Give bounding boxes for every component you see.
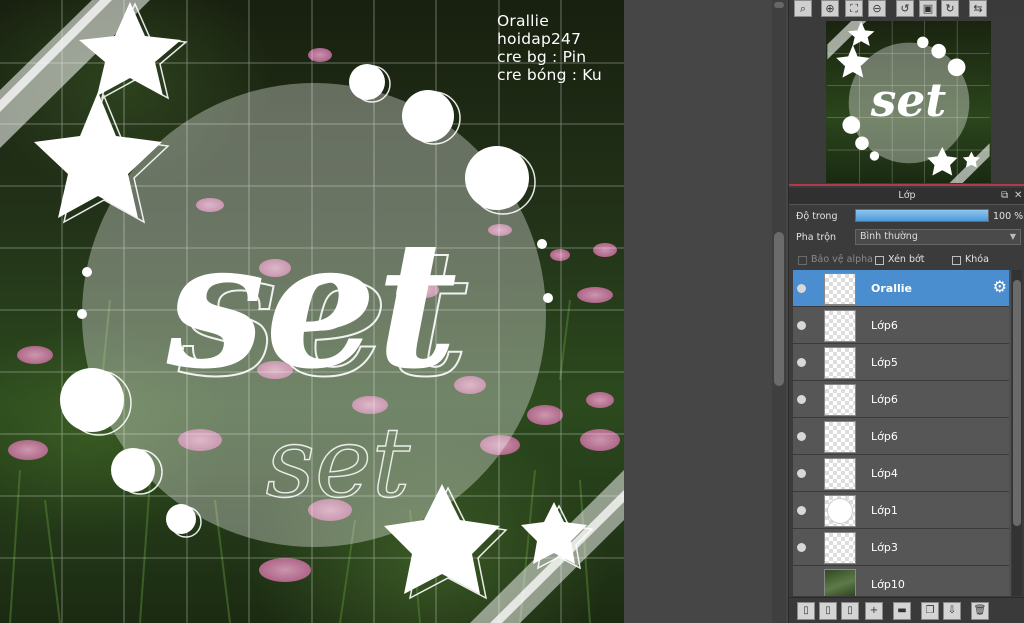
duplicate-layer-icon[interactable]: ❐: [921, 602, 939, 620]
layer-thumbnail: [824, 273, 856, 305]
visibility-eye-icon[interactable]: [797, 395, 806, 404]
rotate-right-icon[interactable]: ↻: [941, 0, 959, 17]
credit-line: cre bóng : Ku: [497, 66, 602, 84]
close-icon[interactable]: ✕: [1014, 190, 1022, 201]
title-text: set: [166, 203, 458, 408]
merge-layer-icon[interactable]: ⇩: [943, 602, 961, 620]
layer-name: Lớp4: [871, 467, 898, 480]
visibility-eye-icon[interactable]: [797, 543, 806, 552]
rotate-left-icon[interactable]: ↺: [896, 0, 914, 17]
gear-icon[interactable]: ⚙: [993, 279, 1007, 295]
layer-name: Lớp3: [871, 541, 898, 554]
zoom-in-icon[interactable]: ⊕: [821, 0, 839, 17]
visibility-eye-icon[interactable]: [797, 432, 806, 441]
layer-row[interactable]: Lớp3: [793, 529, 1009, 566]
layer-thumbnail: [824, 310, 856, 342]
blend-mode-value: Bình thường: [860, 231, 918, 242]
lock-label: Khóa: [965, 254, 989, 265]
layer-thumbnail: [824, 384, 856, 416]
scrollbar-top-cap: [774, 2, 784, 8]
zoom-search-icon[interactable]: ⌕: [794, 0, 812, 17]
layer-thumbnail: [824, 421, 856, 453]
layer-name: Lớp1: [871, 504, 898, 517]
layer-toolbar: ▯ ▯ ▯ + ▬ ❐ ⇩ 🗑: [789, 597, 1024, 623]
right-panel: ⌕ ⊕ ⛶ ⊖ ↺ ▣ ↻ ⇆ set Lớp ⧉ ✕ Độ trong 100…: [788, 0, 1024, 623]
chevron-down-icon: ▼: [1009, 232, 1016, 241]
layer-panel-header: Lớp ⧉ ✕: [789, 188, 1024, 205]
opacity-value: 100 %: [993, 211, 1024, 222]
popout-icon[interactable]: ⧉: [1001, 190, 1008, 201]
lock-checkbox[interactable]: [952, 256, 961, 265]
app-window: set set set Orallie hoidap247 cre bg : P…: [0, 0, 1024, 623]
visibility-eye-icon[interactable]: [797, 506, 806, 515]
drawing-canvas[interactable]: set set set Orallie hoidap247 cre bg : P…: [0, 0, 624, 623]
layer-row[interactable]: Lớp6: [793, 418, 1009, 455]
delete-layer-icon[interactable]: 🗑: [971, 602, 989, 620]
layer-row[interactable]: Lớp10: [793, 566, 1009, 596]
visibility-eye-icon[interactable]: [797, 284, 806, 293]
layer-row[interactable]: Lớp6: [793, 381, 1009, 418]
blend-mode-select[interactable]: Bình thường ▼: [855, 229, 1021, 245]
shadow-text: set: [266, 407, 411, 519]
layer-thumbnail: [824, 532, 856, 564]
layer-row[interactable]: Lớp5: [793, 344, 1009, 381]
opacity-slider[interactable]: [855, 209, 989, 222]
new-layer-8bit-icon[interactable]: ▯: [819, 602, 837, 620]
workspace-background: [624, 0, 788, 623]
credit-line: hoidap247: [497, 30, 582, 48]
visibility-eye-icon[interactable]: [797, 469, 806, 478]
add-layer-menu-icon[interactable]: +: [865, 602, 883, 620]
layer-name: Lớp6: [871, 430, 898, 443]
protect-alpha-label: Bảo vệ alpha: [811, 254, 873, 265]
flip-icon[interactable]: ⇆: [969, 0, 987, 17]
layer-row[interactable]: Lớp1: [793, 492, 1009, 529]
layer-thumbnail: [824, 569, 856, 596]
credits-text: Orallie hoidap247 cre bg : Pin cre bóng …: [497, 12, 602, 84]
layer-thumbnail: [824, 458, 856, 490]
layer-name: Lớp10: [871, 578, 905, 591]
credit-line: Orallie: [497, 12, 549, 30]
new-folder-icon[interactable]: ▬: [893, 602, 911, 620]
layer-thumbnail: [824, 347, 856, 379]
blend-mode-label: Pha trộn: [796, 232, 837, 243]
layer-row[interactable]: Lớp6: [793, 307, 1009, 344]
credit-line: cre bg : Pin: [497, 48, 587, 66]
navigator-preview[interactable]: set: [789, 18, 1024, 186]
opacity-slider-fill: [856, 210, 988, 221]
clipping-checkbox[interactable]: [875, 256, 884, 265]
scrollbar-thumb[interactable]: [774, 232, 784, 386]
canvas-artwork: set set set: [0, 0, 624, 623]
layer-name: Lớp6: [871, 319, 898, 332]
fit-icon[interactable]: ⛶: [845, 0, 863, 17]
new-layer-icon[interactable]: ▯: [797, 602, 815, 620]
protect-alpha-checkbox[interactable]: [798, 256, 807, 265]
canvas-vertical-scrollbar[interactable]: [772, 0, 786, 623]
thumbnail-title: set: [870, 73, 947, 127]
layer-name: Lớp6: [871, 393, 898, 406]
layer-list[interactable]: Orallie ⚙ Lớp6 Lớp5 Lớp6 Lớp6 Lớp4 Lớp1 Lớp3 Lớp1…: [793, 270, 1011, 596]
layer-panel-title: Lớp: [898, 190, 916, 201]
clipping-label: Xén bớt: [888, 254, 925, 265]
layer-list-scrollbar[interactable]: [1012, 270, 1022, 596]
reset-view-icon[interactable]: ▣: [919, 0, 937, 17]
layer-name: Lớp5: [871, 356, 898, 369]
navigator-thumbnail[interactable]: set: [826, 21, 991, 183]
layer-row[interactable]: Orallie ⚙: [793, 270, 1009, 307]
thumbnail-art: set: [827, 21, 990, 183]
visibility-eye-icon[interactable]: [797, 358, 806, 367]
new-layer-1bit-icon[interactable]: ▯: [841, 602, 859, 620]
opacity-label: Độ trong: [796, 211, 838, 222]
visibility-eye-icon[interactable]: [797, 321, 806, 330]
layer-row[interactable]: Lớp4: [793, 455, 1009, 492]
layer-thumbnail: [824, 495, 856, 527]
layer-name: Orallie: [871, 282, 912, 295]
navigator-toolbar: ⌕ ⊕ ⛶ ⊖ ↺ ▣ ↻ ⇆: [789, 0, 1024, 18]
layer-list-scroll-thumb[interactable]: [1013, 280, 1021, 526]
zoom-out-icon[interactable]: ⊖: [868, 0, 886, 17]
